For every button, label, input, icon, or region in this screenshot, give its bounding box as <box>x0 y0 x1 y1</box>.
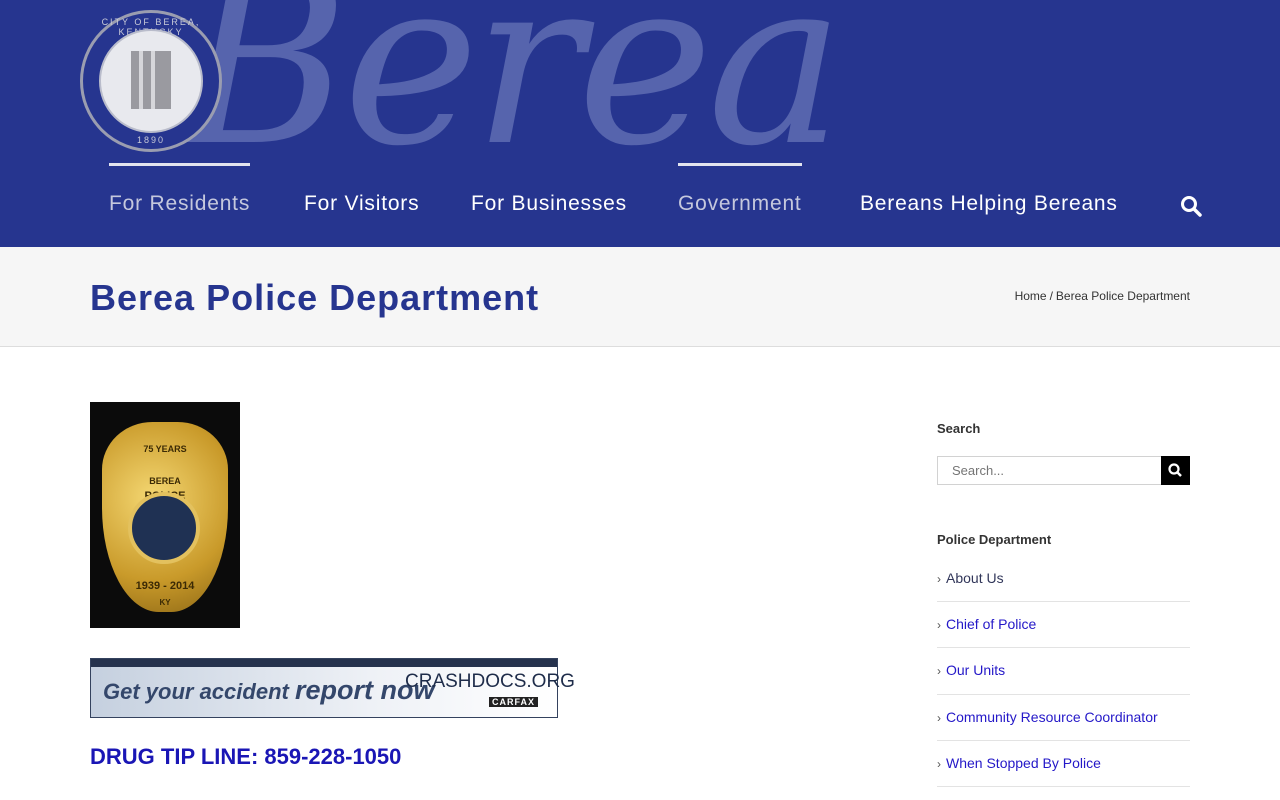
berea-script-logo: Berea <box>180 0 844 197</box>
police-menu: › About Us › Chief of Police › Our Units › C… <box>937 556 1190 788</box>
badge-dates: 1939 - 2014 <box>135 580 195 592</box>
breadcrumb-separator: / <box>1049 289 1053 303</box>
nav-for-businesses[interactable]: For Businesses <box>471 192 627 216</box>
search-icon[interactable] <box>1180 195 1202 217</box>
banner-text: Get your accident <box>103 679 289 704</box>
search-icon <box>1168 463 1182 477</box>
menu-item-about-us[interactable]: › About Us <box>937 556 1190 602</box>
page-title: Berea Police Department <box>90 277 540 318</box>
chevron-right-icon: › <box>937 572 941 586</box>
building-icon <box>131 51 171 109</box>
nav-bereans-helping-bereans[interactable]: Bereans Helping Bereans <box>860 192 1118 216</box>
main-nav: For Residents For Visitors For Businesse… <box>0 163 1280 222</box>
search-widget-title: Search <box>937 421 981 436</box>
badge-state: KY <box>159 598 171 607</box>
nav-for-residents[interactable]: For Residents <box>109 163 251 216</box>
search-input[interactable] <box>938 457 1162 484</box>
seal-year: 1890 <box>136 135 166 145</box>
chevron-right-icon: › <box>937 756 941 771</box>
banner-brand: CRASHDOCS.ORG <box>405 671 575 692</box>
menu-item-chief-of-police[interactable]: › Chief of Police <box>937 602 1190 649</box>
menu-item-our-units[interactable]: › Our Units <box>937 648 1190 695</box>
breadcrumb-home[interactable]: Home <box>1015 289 1047 303</box>
badge-years: 75 YEARS <box>143 444 187 454</box>
crashdocs-banner[interactable]: Get your accident report now CRASHDOCS.O… <box>90 658 575 718</box>
police-badge-image: 75 YEARS BEREA POLICE 1939 - 2014 KY <box>90 402 240 628</box>
search-button[interactable] <box>1161 456 1190 485</box>
breadcrumb-current: Berea Police Department <box>1055 289 1190 303</box>
breadcrumb: Home / Berea Police Department <box>1015 289 1190 303</box>
chevron-right-icon: › <box>937 618 941 632</box>
carfax-logo: CARFAX <box>489 697 539 707</box>
sidebar-search <box>937 456 1190 485</box>
page-title-bar: Berea Police Department Home / Berea Polic… <box>0 247 1280 347</box>
menu-item-community-resource-coordinator[interactable]: › Community Resource Coordinator <box>937 695 1190 741</box>
drug-tip-line: DRUG TIP LINE: 859-228-1050 <box>90 744 402 769</box>
menu-widget-title: Police Department <box>937 532 1052 547</box>
chevron-right-icon: › <box>937 664 941 679</box>
menu-item-when-stopped-by-police[interactable]: › When Stopped By Police <box>937 741 1190 788</box>
badge-city: BEREA <box>149 476 181 486</box>
nav-for-visitors[interactable]: For Visitors <box>304 192 419 216</box>
active-indicator <box>109 163 251 166</box>
active-indicator <box>678 163 802 166</box>
city-seal-logo[interactable]: CITY OF BEREA, KENTUCKY 1890 <box>80 10 222 152</box>
nav-government[interactable]: Government <box>678 163 802 216</box>
site-header: Berea CITY OF BEREA, KENTUCKY 1890 For R… <box>0 0 1280 247</box>
chevron-right-icon: › <box>937 710 941 725</box>
